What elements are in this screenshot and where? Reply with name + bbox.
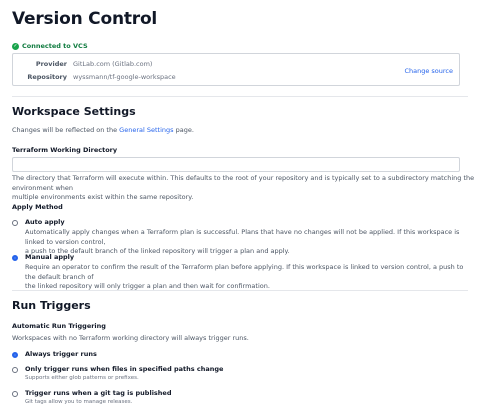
provider-row: Provider GitLab.com (Gitlab.com) [13,60,153,68]
tag-trigger-radio[interactable] [12,391,18,397]
auto-apply-title[interactable]: Auto apply [25,218,65,226]
always-trigger-radio[interactable] [12,352,18,358]
page-title: Version Control [12,9,158,29]
working-directory-help-line: multiple environments exist within the s… [12,193,194,202]
change-source-link[interactable]: Change source [404,67,453,75]
changes-note: Changes will be reflected on the General… [12,126,194,136]
manual-apply-radio[interactable] [12,255,18,261]
manual-apply-title[interactable]: Manual apply [25,253,74,261]
tag-trigger-hint: Git tags allow you to manage releases. [25,399,133,405]
general-settings-link[interactable]: General Settings [119,126,173,134]
auto-run-triggering-desc: Workspaces with no Terraform working dir… [12,334,249,342]
run-triggers-heading: Run Triggers [12,299,91,312]
vcs-settings-page: Version Control ✓ Connected to VCS Provi… [0,0,480,411]
always-trigger-title[interactable]: Always trigger runs [25,350,97,358]
working-directory-label: Terraform Working Directory [12,146,118,154]
provider-label: Provider [35,60,67,68]
auto-apply-desc-line: a push to the default branch of the link… [25,247,290,256]
working-directory-input[interactable] [12,157,460,172]
repository-label: Repository [27,73,67,81]
vcs-status: ✓ Connected to VCS [12,42,88,50]
apply-method-label: Apply Method [12,203,63,211]
working-directory-help-line: The directory that Terraform will execut… [12,174,475,192]
changes-note-suffix: page. [173,126,194,134]
paths-trigger-title[interactable]: Only trigger runs when files in specifie… [25,365,223,373]
auto-run-triggering-label: Automatic Run Triggering [12,322,106,330]
auto-apply-description: Automatically apply changes when a Terra… [25,228,465,257]
divider [12,96,468,97]
manual-apply-desc-line: Require an operator to confirm the resul… [25,263,464,281]
divider [12,290,468,291]
manual-apply-description: Require an operator to confirm the resul… [25,263,465,292]
tag-trigger-title[interactable]: Trigger runs when a git tag is published [25,389,171,397]
paths-trigger-radio[interactable] [12,367,18,373]
auto-apply-desc-line: Automatically apply changes when a Terra… [25,228,460,246]
auto-apply-radio[interactable] [12,220,18,226]
working-directory-help: The directory that Terraform will execut… [12,174,480,203]
check-circle-icon: ✓ [12,42,19,50]
paths-trigger-hint: Supports either glob patterns or prefixe… [25,375,139,381]
vcs-details-box: Provider GitLab.com (Gitlab.com) Reposit… [12,53,460,86]
repository-row: Repository wyssmann/tf-google-workspace [13,73,176,81]
repository-value: wyssmann/tf-google-workspace [73,73,176,81]
vcs-status-text: Connected to VCS [22,42,88,50]
workspace-settings-heading: Workspace Settings [12,105,136,118]
provider-value: GitLab.com (Gitlab.com) [73,60,153,68]
changes-note-prefix: Changes will be reflected on the [12,126,120,134]
